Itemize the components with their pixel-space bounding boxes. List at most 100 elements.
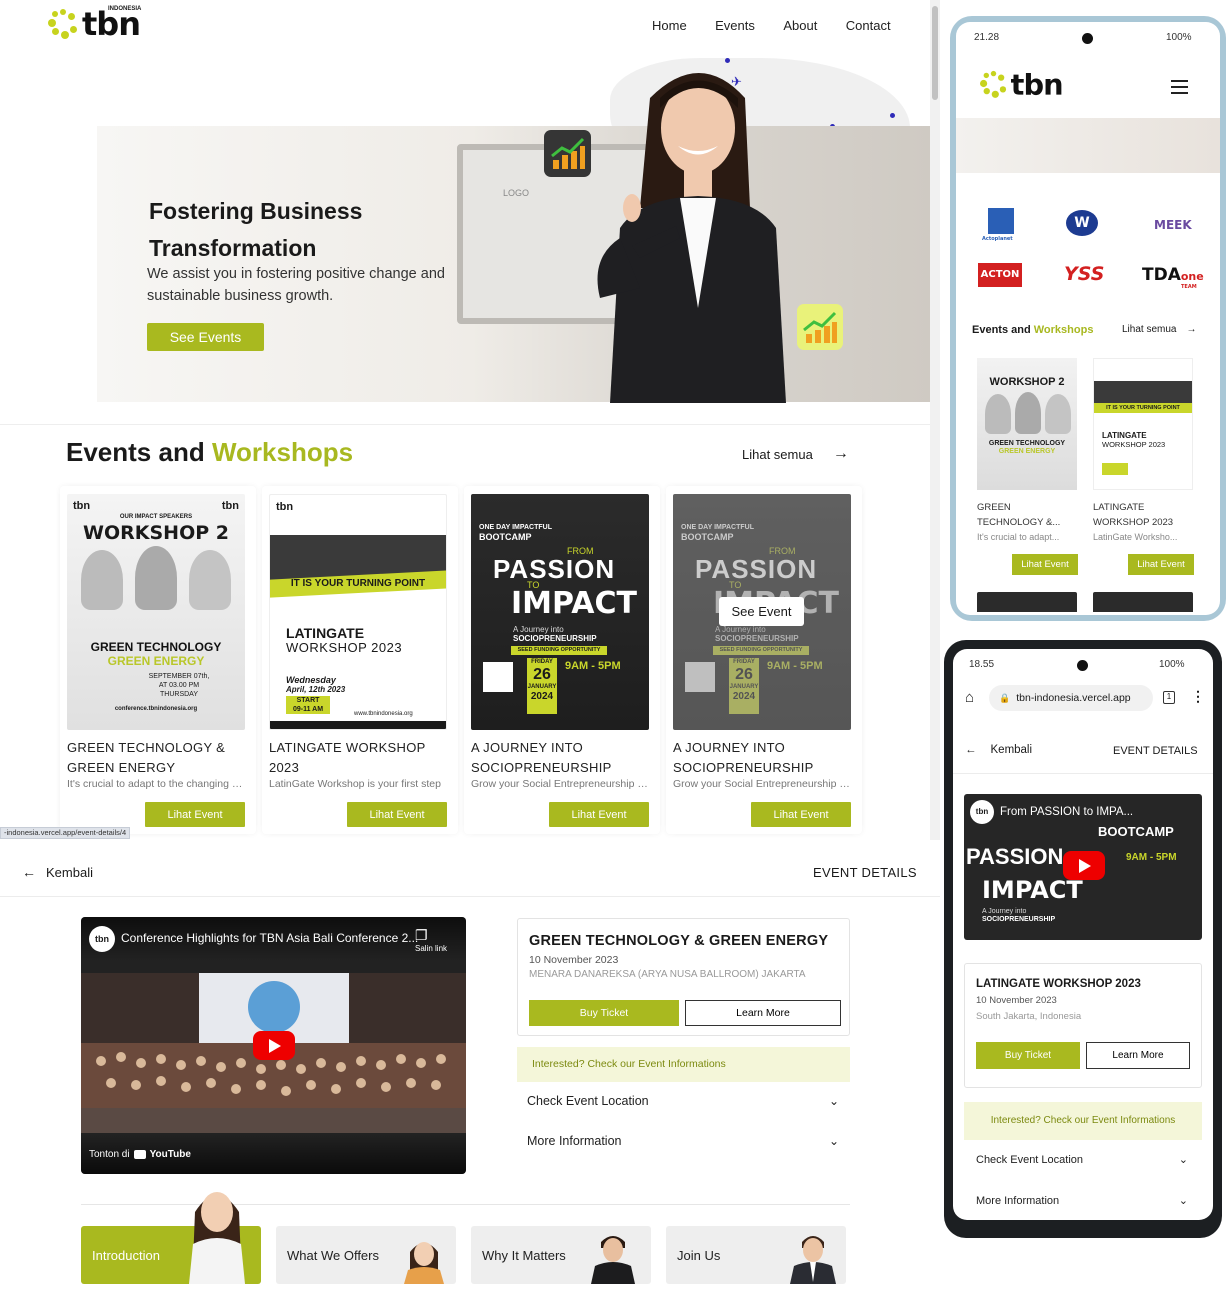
nav-contact[interactable]: Contact (846, 18, 891, 33)
mobile-see-all-link[interactable]: Lihat semua → (1122, 324, 1196, 335)
address-bar[interactable]: 🔒 tbn-indonesia.vercel.app (989, 685, 1153, 711)
arrow-left-icon: ← (965, 744, 977, 756)
event-card[interactable]: ONE DAY IMPACTFUL BOOTCAMP FROM PASSION … (464, 486, 660, 834)
event-card-description: It's crucial to adapt to the changing wo… (67, 778, 247, 790)
event-poster-peek (977, 592, 1077, 612)
mobile-event-title: LATINGATE WORKSHOP 2023 (1093, 502, 1174, 528)
view-event-button[interactable]: Lihat Event (751, 802, 851, 827)
nav-events[interactable]: Events (715, 18, 755, 33)
accordion-event-location[interactable]: Check Event Location ⌄ (527, 1094, 839, 1108)
event-card-title: A JOURNEY INTO SOCIOPRENEURSHIP (673, 740, 814, 775)
event-info-notice: Interested? Check our Event Informations (517, 1047, 850, 1082)
event-poster[interactable]: ONE DAY IMPACTFUL BOOTCAMP FROM PASSION … (471, 494, 649, 730)
tab-why-it-matters[interactable]: Why It Matters (471, 1226, 651, 1284)
lock-icon: 🔒 (999, 692, 1011, 703)
person-photo (404, 1242, 444, 1284)
scrollbar-thumb[interactable] (932, 6, 938, 100)
event-card[interactable]: tbn tbn OUR IMPACT SPEAKERS WORKSHOP 2 G… (60, 486, 256, 834)
copy-link-icon[interactable]: ❐ (415, 927, 428, 944)
video-title[interactable]: Conference Highlights for TBN Asia Bali … (121, 931, 418, 945)
mobile-video-title[interactable]: From PASSION to IMPA... (1000, 806, 1133, 818)
mobile-brand-logo[interactable]: tbn (980, 70, 1064, 99)
play-button-icon[interactable] (253, 1031, 295, 1060)
view-event-button[interactable]: Lihat Event (145, 802, 245, 827)
sponsor-logo (988, 208, 1014, 234)
back-link[interactable]: ← Kembali (22, 864, 93, 880)
mobile-accordion-location[interactable]: Check Event Location ⌄ (976, 1153, 1188, 1167)
event-card-description: Grow your Social Entrepreneurship skills (471, 778, 651, 790)
page-header: EVENT DETAILS (813, 865, 917, 880)
mobile-video-player[interactable]: tbn From PASSION to IMPA... BOOTCAMP PAS… (964, 794, 1202, 940)
play-button-icon[interactable] (1063, 851, 1105, 880)
accordion-more-information[interactable]: More Information ⌄ (527, 1134, 839, 1148)
chevron-down-icon: ⌄ (1178, 1154, 1188, 1166)
see-events-button[interactable]: See Events (147, 323, 264, 351)
channel-avatar[interactable]: tbn (970, 800, 994, 824)
event-poster[interactable]: IT IS YOUR TURNING POINT LATINGATE WORKS… (1093, 358, 1193, 490)
arrow-right-icon: → (1186, 324, 1197, 335)
see-event-hover-button[interactable]: See Event (719, 597, 804, 626)
video-player[interactable]: tbn Conference Highlights for TBN Asia B… (81, 917, 466, 1174)
mobile-view-event-button[interactable]: Lihat Event (1012, 554, 1078, 575)
mobile-event-card[interactable]: WORKSHOP 2 GREEN TECHNOLOGY GREEN ENERGY… (974, 354, 1082, 586)
top-nav: Home Events About Contact (628, 17, 891, 35)
channel-avatar[interactable]: tbn (89, 926, 115, 952)
tab-join-us[interactable]: Join Us (666, 1226, 846, 1284)
more-options-icon[interactable]: ⋮ (1191, 689, 1205, 703)
watch-on-youtube-link[interactable]: Tonton di YouTube (89, 1149, 191, 1160)
hero-title: Fostering Business Transformation (149, 193, 362, 267)
see-all-link[interactable]: Lihat semua → (742, 445, 849, 463)
mobile-event-venue: South Jakarta, Indonesia (976, 1011, 1082, 1022)
mobile-back-link[interactable]: ← Kembali (965, 744, 1032, 756)
mobile-home-screen: 21.28 100% tbn Actoplanet W MEEK ACTON Y… (956, 22, 1220, 615)
learn-more-button[interactable]: Learn More (685, 1000, 841, 1026)
event-venue: MENARA DANAREKSA (ARYA NUSA BALLROOM) JA… (529, 969, 806, 980)
arrow-right-icon: → (832, 445, 849, 462)
view-event-button[interactable]: Lihat Event (549, 802, 649, 827)
mobile-accordion-more[interactable]: More Information ⌄ (976, 1194, 1188, 1208)
monitor-logo-text: LOGO (503, 188, 530, 198)
nav-about[interactable]: About (783, 18, 817, 33)
chevron-down-icon: ⌄ (1178, 1195, 1188, 1207)
qr-code-image (685, 662, 715, 692)
event-date: 10 November 2023 (529, 954, 619, 966)
event-poster[interactable]: tbn IT IS YOUR TURNING POINT LATINGATE W… (269, 494, 447, 730)
nav-home[interactable]: Home (652, 18, 687, 33)
events-section-title: Events and Workshops (66, 437, 354, 467)
mobile-event-card[interactable]: IT IS YOUR TURNING POINT LATINGATE WORKS… (1090, 354, 1198, 586)
event-card-title: GREEN TECHNOLOGY & GREEN ENERGY (67, 740, 226, 775)
chevron-down-icon: ⌄ (828, 1134, 839, 1148)
copy-link-label[interactable]: Salin link (415, 944, 447, 953)
page-scrollbar[interactable] (930, 0, 940, 840)
mobile-learn-more-button[interactable]: Learn More (1086, 1042, 1190, 1069)
event-card-title: A JOURNEY INTO SOCIOPRENEURSHIP (471, 740, 612, 775)
arrow-left-icon: ← (22, 864, 36, 880)
sponsor-logo: MEEK (1154, 218, 1192, 232)
tabs-count-icon[interactable]: 1 (1163, 691, 1175, 704)
hamburger-menu-icon[interactable] (1171, 80, 1188, 94)
event-card-description: Grow your Social Entrepreneurship skills (673, 778, 853, 790)
brand-logo[interactable]: tbn INDONESIA (48, 6, 141, 40)
phone-frame-home: 21.28 100% tbn Actoplanet W MEEK ACTON Y… (950, 16, 1226, 621)
buy-ticket-button[interactable]: Buy Ticket (529, 1000, 679, 1026)
tab-introduction[interactable]: Introduction (81, 1192, 261, 1284)
sponsor-logo: W (1066, 210, 1098, 236)
view-event-button[interactable]: Lihat Event (347, 802, 447, 827)
desktop-event-details: ← Kembali EVENT DETAILS tbn Conference H… (0, 840, 940, 1296)
logo-dots-icon (48, 9, 78, 39)
event-poster[interactable]: tbn tbn OUR IMPACT SPEAKERS WORKSHOP 2 G… (67, 494, 245, 730)
section-divider (0, 424, 930, 425)
event-card[interactable]: ONE DAY IMPACTFUL BOOTCAMP FROM PASSION … (666, 486, 862, 834)
tab-what-we-offer[interactable]: What We Offers (276, 1226, 456, 1284)
mobile-page-header: EVENT DETAILS (1113, 745, 1198, 757)
mobile-details-screen: 18.55 100% ⌂ 🔒 tbn-indonesia.vercel.app … (953, 649, 1213, 1220)
event-card[interactable]: tbn IT IS YOUR TURNING POINT LATINGATE W… (262, 486, 458, 834)
mobile-hero-strip (956, 118, 1220, 173)
mobile-buy-ticket-button[interactable]: Buy Ticket (976, 1042, 1080, 1069)
mobile-view-event-button[interactable]: Lihat Event (1128, 554, 1194, 575)
home-icon[interactable]: ⌂ (965, 689, 974, 706)
event-title: GREEN TECHNOLOGY & GREEN ENERGY (529, 933, 829, 949)
event-poster[interactable]: WORKSHOP 2 GREEN TECHNOLOGY GREEN ENERGY (977, 358, 1077, 490)
person-photo (790, 1236, 836, 1284)
growth-chart-icon (544, 130, 591, 177)
